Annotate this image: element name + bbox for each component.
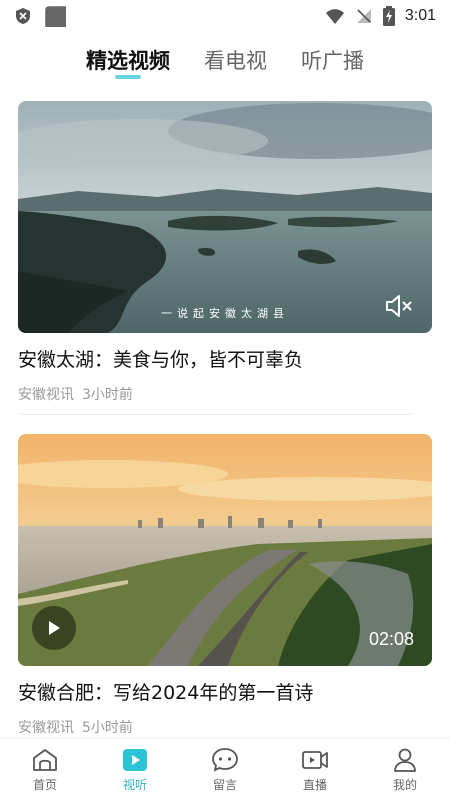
play-button[interactable]: [32, 606, 76, 650]
home-icon: [33, 748, 57, 771]
nav-label-comments: 留言: [212, 777, 237, 792]
video-player-2[interactable]: 02:08: [18, 434, 432, 666]
status-bar: 3:01: [0, 0, 450, 32]
wifi-icon: [325, 9, 344, 24]
video-title[interactable]: 安徽太湖：美食与你，皆不可辜负: [18, 345, 432, 372]
video-card-1[interactable]: 一说起安徽太湖县 安徽太湖：美食与你，皆不可辜负 安徽视讯 3小时前: [18, 101, 432, 404]
status-right: 3:01: [325, 6, 436, 26]
nav-label-live: 直播: [302, 777, 327, 792]
bottom-nav: 首页 视听 留言 直播 我的: [0, 738, 450, 800]
tab-featured-videos[interactable]: 精选视频: [86, 45, 170, 79]
lake-scene-image: [18, 101, 432, 333]
play-icon: [49, 621, 60, 635]
video-camera-icon: [302, 750, 328, 769]
shield-icon: [16, 8, 30, 24]
video-time-ago: 5小时前: [82, 720, 133, 736]
signal-off-icon: [356, 9, 371, 23]
top-tabs: 精选视频 看电视 听广播: [0, 40, 450, 80]
clock: 3:01: [404, 7, 436, 24]
chat-icon: [212, 747, 238, 772]
video-card-2[interactable]: 02:08 安徽合肥：写给2024年的第一首诗 安徽视讯 5小时前: [18, 434, 432, 737]
video-source: 安徽视讯: [18, 720, 74, 736]
tab-listen-radio[interactable]: 听广播: [301, 45, 364, 75]
status-left: [14, 5, 66, 27]
tab-watch-tv[interactable]: 看电视: [204, 45, 267, 75]
nav-label-profile: 我的: [392, 777, 417, 792]
play-icon: [123, 748, 147, 771]
nav-item-home[interactable]: 首页: [10, 747, 80, 793]
video-meta: 安徽视讯 3小时前: [18, 384, 432, 404]
nav-item-comments[interactable]: 留言: [190, 747, 260, 793]
card-divider: [18, 414, 414, 415]
video-source: 安徽视讯: [18, 387, 74, 403]
video-overlay-caption: 一说起安徽太湖县: [161, 307, 289, 320]
user-icon: [394, 748, 416, 772]
video-title[interactable]: 安徽合肥：写给2024年的第一首诗: [18, 678, 432, 705]
nav-item-live[interactable]: 直播: [280, 747, 350, 793]
nav-item-profile[interactable]: 我的: [370, 747, 440, 793]
mute-icon[interactable]: [384, 293, 414, 319]
app-square-icon: [45, 6, 66, 27]
video-duration: 02:08: [368, 629, 414, 649]
nav-label-video-audio: 视听: [122, 777, 147, 792]
video-time-ago: 3小时前: [82, 387, 133, 403]
video-meta: 安徽视讯 5小时前: [18, 717, 432, 737]
video-player-1[interactable]: 一说起安徽太湖县: [18, 101, 432, 333]
battery-charging-icon: [382, 6, 395, 26]
nav-item-video-audio[interactable]: 视听: [100, 747, 170, 793]
nav-label-home: 首页: [32, 777, 57, 792]
